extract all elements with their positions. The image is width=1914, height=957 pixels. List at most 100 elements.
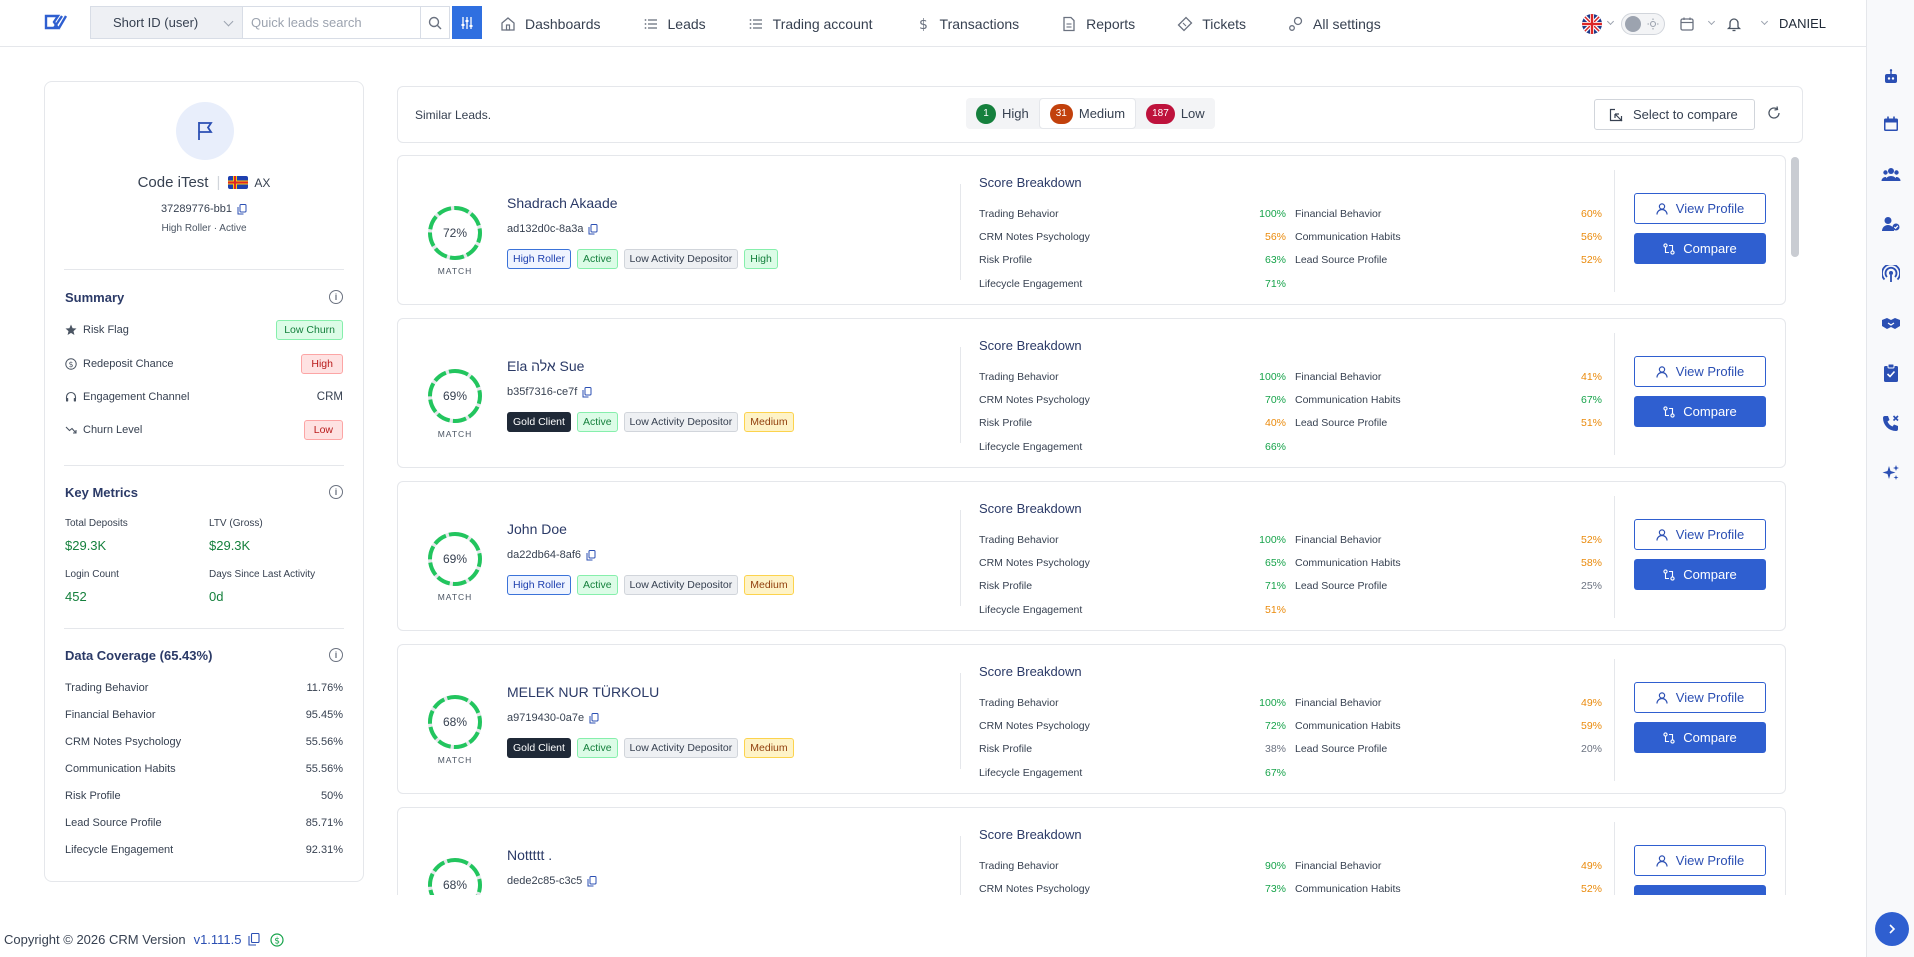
copy-icon[interactable] [589,712,599,724]
user-menu-name[interactable]: DANIEL [1779,16,1826,31]
view-profile-button[interactable]: View Profile [1634,845,1766,876]
similar-lead-id: b35f7316-ce7f [507,386,578,398]
similar-lead-card: 69% MATCH Ela אלה Sue b35f7316-ce7f Gold Cli… [397,318,1786,468]
score-metric: Lifecycle Engagement 66% [979,441,1286,453]
lead-tags: Gold Client Active Low Activity Depositor M… [507,412,800,432]
score-metric-label: CRM Notes Psychology [979,557,1090,569]
score-breakdown-title: Score Breakdown [979,175,1082,190]
nav-all-settings-label: All settings [1313,15,1381,32]
nav-transactions[interactable]: $ Transactions [915,16,1020,32]
chevron-down-icon[interactable] [1707,17,1716,26]
similar-lead-name[interactable]: Ela אלה Sue [507,358,584,374]
svg-text:$: $ [69,360,74,369]
settings-icon [1289,16,1303,31]
score-metric: Lifecycle Engagement 51% [979,604,1286,616]
compare-button[interactable]: Compare [1634,233,1766,264]
view-profile-button[interactable]: View Profile [1634,519,1766,550]
score-metric-value: 73% [1264,883,1286,895]
score-metric: Risk Profile 71% [979,580,1286,592]
risk-flag-label: Risk Flag [83,324,129,336]
score-metric-value: 70% [1264,394,1286,406]
nav-tickets-label: Tickets [1202,15,1247,32]
similar-lead-card: 68%MATCHNottttt .dede2c85-c3c5Score Brea… [397,807,1786,895]
score-metric: Risk Profile 38% [979,743,1286,755]
column-divider [960,836,961,895]
score-metric-value: 40% [1264,417,1286,429]
users-group-icon[interactable] [1881,164,1901,184]
similar-lead-name[interactable]: Nottttt . [507,847,552,863]
compare-label: Compare [1683,893,1736,895]
nav-dashboards[interactable]: Dashboards [500,16,601,32]
match-label: MATCH [437,429,473,439]
tab-high[interactable]: 1 High [966,98,1039,129]
user-check-icon[interactable] [1881,214,1901,234]
data-coverage-title: Data Coverage (65.43%) [65,648,213,663]
column-divider [960,184,961,280]
nav-tickets[interactable]: Tickets [1177,16,1246,32]
summary-title: Summary [65,290,125,305]
compare-button[interactable]: Compare [1634,559,1766,590]
nav-trading-account[interactable]: Trading account [748,16,873,32]
language-flag-uk-icon[interactable] [1582,13,1603,34]
handshake-icon[interactable] [1881,314,1901,334]
refresh-icon[interactable] [1767,106,1781,120]
list-scrollbar[interactable] [1791,157,1799,257]
lead-tags: High Roller Active Low Activity Depositor H… [507,249,784,269]
score-breakdown-title: Score Breakdown [979,338,1082,353]
churn-level-badge: Low [303,420,343,440]
ltv-label: LTV (Gross) [209,518,263,529]
nav-leads[interactable]: Leads [643,16,706,32]
broadcast-icon[interactable] [1881,264,1901,284]
coverage-value: 92.31% [305,844,343,856]
info-icon[interactable]: i [329,290,343,304]
similar-lead-id-row: dede2c85-c3c5 [507,875,597,887]
coverage-label: CRM Notes Psychology [65,736,182,748]
clipboard-check-icon[interactable] [1881,363,1901,383]
score-metric-label: Trading Behavior [979,860,1059,872]
nav-all-settings[interactable]: All settings [1288,16,1381,32]
view-profile-button[interactable]: View Profile [1634,193,1766,224]
expand-panel-button[interactable] [1875,912,1909,946]
copy-icon[interactable] [247,933,260,946]
compare-button[interactable]: Compare [1634,885,1766,895]
robot-icon[interactable] [1881,67,1901,87]
copy-icon[interactable] [237,203,247,215]
similar-lead-name[interactable]: John Doe [507,521,567,537]
similar-lead-name[interactable]: MELEK NUR TÜRKOLU [507,684,659,700]
view-profile-button[interactable]: View Profile [1634,356,1766,387]
copy-icon[interactable] [587,875,597,887]
copy-icon[interactable] [582,386,592,398]
chevron-down-icon[interactable] [1760,17,1769,26]
dollar-circle-icon[interactable]: $ [269,932,284,947]
coverage-label: Lead Source Profile [65,817,162,829]
id-type-select[interactable]: Short ID (user) [90,6,242,39]
quick-leads-search-input[interactable] [242,6,420,39]
bell-icon[interactable] [1726,16,1742,32]
nav-transactions-label: Transactions [939,15,1020,32]
calendar-icon[interactable] [1679,16,1695,32]
sparkles-icon[interactable] [1881,463,1901,483]
app-logo[interactable] [44,14,68,33]
select-to-compare-button[interactable]: Select to compare [1594,99,1755,130]
phone-missed-icon[interactable] [1881,413,1901,433]
compare-button[interactable]: Compare [1634,722,1766,753]
divider [64,465,344,466]
lead-tag: High [744,249,778,269]
similar-lead-name[interactable]: Shadrach Akaade [507,195,618,211]
advanced-filter-button[interactable] [452,6,482,39]
chevron-down-icon[interactable] [1606,17,1615,26]
copy-icon[interactable] [586,549,596,561]
score-metric: Communication Habits 59% [1295,720,1602,732]
info-icon[interactable]: i [329,485,343,499]
info-icon[interactable]: i [329,648,343,662]
tab-medium[interactable]: 31 Medium [1038,98,1137,129]
calendar-icon[interactable] [1881,114,1901,134]
view-profile-button[interactable]: View Profile [1634,682,1766,713]
copy-icon[interactable] [588,223,598,235]
tab-low[interactable]: 187 Low [1136,98,1215,129]
theme-toggle[interactable] [1621,12,1666,35]
compare-button[interactable]: Compare [1634,396,1766,427]
nav-reports[interactable]: Reports [1061,16,1135,32]
search-button[interactable] [420,6,450,39]
score-metric-label: Lifecycle Engagement [979,441,1083,453]
